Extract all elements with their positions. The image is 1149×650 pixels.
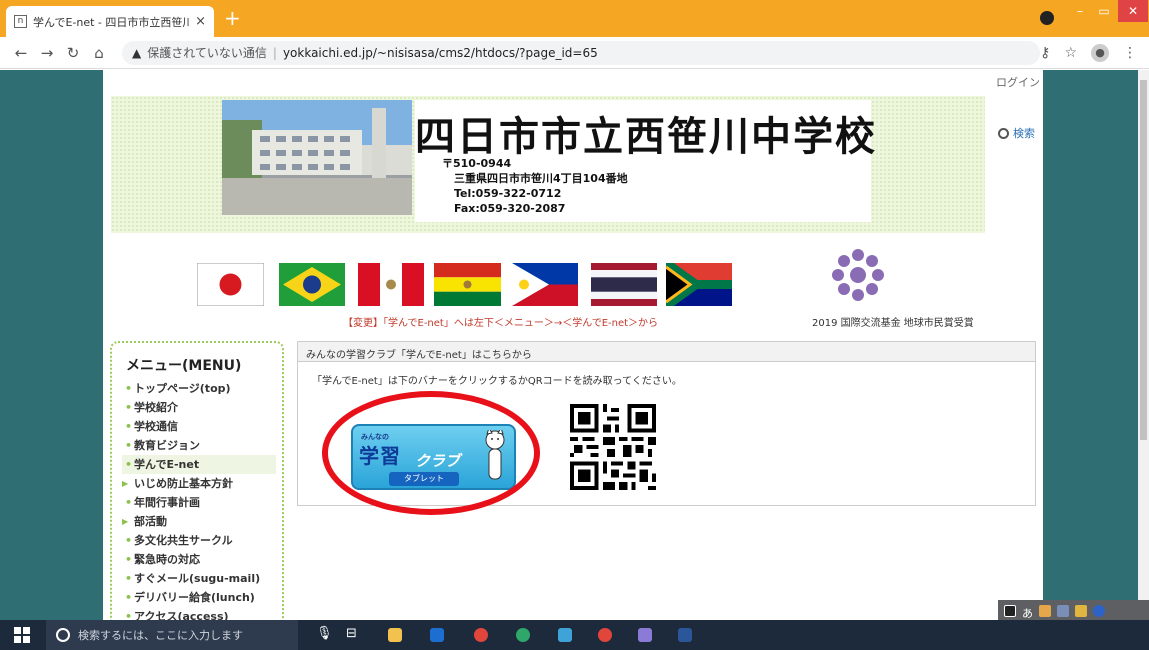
south-africa-flag-icon [666,263,732,306]
profile-icon[interactable] [1040,11,1054,25]
browser-tab-bar: n 学んでE-net - 四日市市立西笹川 × + – ▭ ✕ [0,0,1149,37]
school-building-photo [222,100,412,215]
search-icon [998,127,1009,139]
phone-number: Tel:059-322-0712 [454,187,562,200]
japan-flag-icon [197,263,264,306]
sidebar-menu: メニュー(MENU) トップページ(top) 学校紹介 学校通信 教育ビジョン … [110,341,284,620]
content-heading: みんなの学習クラブ「学んでE-net」はこちらから [298,342,1035,362]
key-icon[interactable]: ⚷ [1040,45,1050,61]
street-address: 三重県四日市市笹川4丁目104番地 [454,172,628,185]
tab-close-icon[interactable]: × [195,14,206,29]
scrollbar-thumb[interactable] [1140,80,1147,440]
minimize-icon[interactable]: – [1068,0,1092,22]
url-text[interactable]: yokkaichi.ed.jp/~nisisasa/cms2/htdocs/?p… [283,46,598,60]
page-favicon-icon: n [14,15,27,28]
close-window-icon[interactable]: ✕ [1118,0,1148,22]
school-name: 四日市市立西笹川中学校 [415,114,877,160]
task-view-icon[interactable]: ⊟ [346,626,357,641]
address-toolbar: ← → ↻ ⌂ ▲ 保護されていない通信 | yokkaichi.ed.jp/~… [0,37,1149,69]
reload-icon[interactable]: ↻ [60,44,86,62]
menu-item-lunch[interactable]: デリバリー給食(lunch) [122,588,276,607]
bookmark-star-icon[interactable]: ☆ [1064,45,1077,61]
menu-item-anti-bullying[interactable]: いじめ防止基本方針 [122,474,276,493]
menu-item-newsletter[interactable]: 学校通信 [122,417,276,436]
menu-item-emergency[interactable]: 緊急時の対応 [122,550,276,569]
warning-icon[interactable]: ▲ [132,46,141,60]
brazil-flag-icon [279,263,345,306]
browser-tab[interactable]: n 学んでE-net - 四日市市立西笹川 × [6,6,214,37]
chrome-icon[interactable] [474,628,488,642]
address-bar[interactable]: ▲ 保護されていない通信 | yokkaichi.ed.jp/~nisisasa… [122,40,1040,65]
search-button[interactable]: 検索 [998,125,1035,141]
content-panel: みんなの学習クラブ「学んでE-net」はこちらから 「学んでE-net」は下のバ… [297,341,1036,515]
kebab-menu-icon[interactable]: ⋮ [1123,45,1137,61]
tray-pen-icon[interactable] [1057,605,1069,617]
back-arrow-icon[interactable]: ← [8,44,34,62]
menu-item-top[interactable]: トップページ(top) [122,379,276,398]
new-tab-button[interactable]: + [224,8,241,28]
menu-title: メニュー(MENU) [126,358,242,374]
forward-arrow-icon[interactable]: → [34,44,60,62]
cortana-icon [56,628,70,642]
red-highlight-circle [322,391,540,515]
menu-item-vision[interactable]: 教育ビジョン [122,436,276,455]
taskbar-search-placeholder: 検索するには、ここに入力します [78,629,243,642]
help-icon[interactable] [1093,605,1105,617]
app-blue-icon[interactable] [558,628,572,642]
menu-item-school-intro[interactable]: 学校紹介 [122,398,276,417]
school-title-box: 四日市市立西笹川中学校 〒510-0944 三重県四日市市笹川4丁目104番地 … [415,100,875,222]
menu-item-e-net[interactable]: 学んでE-net [122,455,276,474]
menu-item-sugu-mail[interactable]: すぐメール(sugu-mail) [122,569,276,588]
menu-item-access[interactable]: アクセス(access) [122,607,276,620]
account-avatar-icon[interactable]: ● [1091,43,1109,62]
qr-code[interactable] [570,404,656,490]
maximize-icon[interactable]: ▭ [1092,0,1116,22]
ime-indicator[interactable]: あ [1022,605,1033,620]
system-tray: あ [998,600,1149,622]
microphone-icon[interactable]: 🎙 [316,626,333,641]
menu-item-club-activities[interactable]: 部活動 [122,512,276,531]
notice-text: 【変更】「学んでE-net」へは左下＜メニュー＞→＜学んでE-net＞から [343,318,659,329]
url-separator: | [272,45,277,60]
web-page: ログイン 四日市市立西笹川中学校 〒510-0944 三重県四日市市笹川4丁目1… [0,70,1149,620]
tray-cat-icon[interactable] [1039,605,1051,617]
fax-number: Fax:059-320-2087 [454,202,566,215]
chrome-active-icon[interactable] [598,628,612,642]
menu-item-annual-schedule[interactable]: 年間行事計画 [122,493,276,512]
tray-notes-icon[interactable] [1075,605,1087,617]
peru-flag-icon [358,263,424,306]
word-icon[interactable] [678,628,692,642]
windows-taskbar: 検索するには、ここに入力します 🎙 ⊟ [0,620,1149,650]
file-explorer-icon[interactable] [388,628,402,642]
scrollbar[interactable] [1138,70,1149,620]
tab-title: 学んでE-net - 四日市市立西笹川 [33,15,190,29]
outlook-icon[interactable] [430,628,444,642]
menu-item-multicultural[interactable]: 多文化共生サークル [122,531,276,550]
global-citizen-award-logo [832,249,884,301]
search-label: 検索 [1013,127,1035,140]
security-status[interactable]: 保護されていない通信 [147,44,267,61]
award-caption: 2019 国際交流基金 地球市民賞受賞 [812,318,974,329]
page-side-left [0,70,103,620]
windows-start-icon[interactable] [14,627,30,643]
login-link[interactable]: ログイン [996,74,1040,90]
home-icon[interactable]: ⌂ [86,44,112,62]
philippines-flag-icon [512,263,578,306]
tray-app-icon[interactable] [1004,605,1016,617]
bolivia-flag-icon [434,263,501,306]
school-address: 〒510-0944 三重県四日市市笹川4丁目104番地 Tel:059-322-… [442,156,628,216]
page-side-right [1043,70,1138,620]
paint-icon[interactable] [638,628,652,642]
app-green-icon[interactable] [516,628,530,642]
taskbar-search[interactable]: 検索するには、ここに入力します [46,620,298,650]
thailand-flag-icon [591,263,657,306]
postal-code: 〒510-0944 [442,157,512,170]
content-instructions: 「学んでE-net」は下のバナーをクリックするかQRコードを読み取ってください。 [312,376,682,387]
menu-list: トップページ(top) 学校紹介 学校通信 教育ビジョン 学んでE-net いじ… [122,379,276,620]
